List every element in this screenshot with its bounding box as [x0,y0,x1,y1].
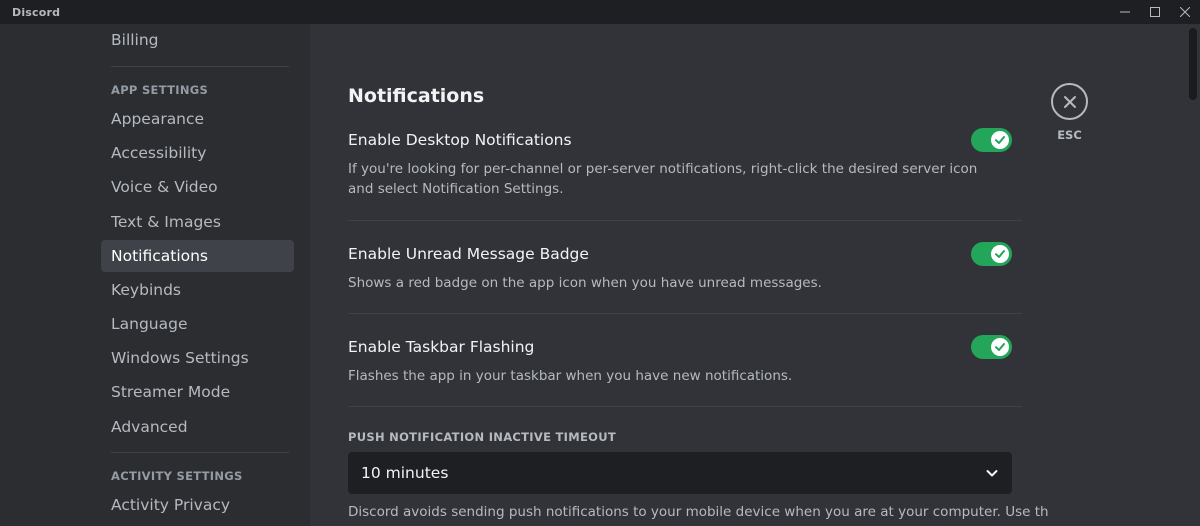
toggle-knob [991,245,1009,263]
sidebar-item-notifications[interactable]: Notifications [101,240,294,272]
sidebar-item-activity-privacy[interactable]: Activity Privacy [101,489,294,521]
minimize-button[interactable] [1110,0,1140,24]
check-icon [995,250,1005,258]
sidebar-item-windows-settings[interactable]: Windows Settings [101,342,294,374]
taskbar-flashing-title: Enable Taskbar Flashing [348,338,535,356]
page-title: Notifications [348,85,485,107]
esc-label: ESC [1057,128,1082,142]
activity-settings-header: ACTIVITY SETTINGS [111,469,243,483]
settings-content: Notifications Enable Desktop Notificatio… [310,24,1186,526]
unread-badge-toggle[interactable] [971,242,1012,266]
app-settings-header: APP SETTINGS [111,83,209,97]
scrollbar-track[interactable] [1186,24,1200,526]
unread-badge-description: Shows a red badge on the app icon when y… [348,275,822,291]
close-icon [1063,95,1076,108]
setting-divider [348,220,1022,221]
push-timeout-value: 10 minutes [361,464,449,482]
sidebar-item-keybinds[interactable]: Keybinds [101,274,294,306]
check-icon [995,136,1005,144]
push-timeout-label: PUSH NOTIFICATION INACTIVE TIMEOUT [348,430,617,444]
desktop-notifications-title: Enable Desktop Notifications [348,131,572,149]
scrollbar-thumb[interactable] [1189,28,1197,100]
setting-divider [348,406,1022,407]
taskbar-flashing-toggle[interactable] [971,335,1012,359]
setting-divider [348,313,1022,314]
sidebar-item-advanced[interactable]: Advanced [101,411,294,443]
sidebar-item-accessibility[interactable]: Accessibility [101,137,294,169]
sidebar-item-billing[interactable]: Billing [101,24,294,56]
chevron-down-icon [986,470,998,477]
sidebar-separator [111,66,289,67]
window-close-icon [1180,7,1190,17]
sidebar-item-language[interactable]: Language [101,308,294,340]
window-controls [1110,0,1200,24]
maximize-button[interactable] [1140,0,1170,24]
desktop-notifications-toggle[interactable] [971,128,1012,152]
minimize-icon [1120,11,1130,13]
unread-badge-title: Enable Unread Message Badge [348,245,589,263]
settings-sidebar: Billing APP SETTINGS Appearance Accessib… [0,24,310,526]
sidebar-separator [111,452,289,453]
window-close-button[interactable] [1170,0,1200,24]
taskbar-flashing-description: Flashes the app in your taskbar when you… [348,368,793,384]
sidebar-item-streamer-mode[interactable]: Streamer Mode [101,376,294,408]
toggle-knob [991,131,1009,149]
sidebar-item-text-images[interactable]: Text & Images [101,206,294,238]
maximize-icon [1150,7,1160,17]
app-title: Discord [12,5,61,19]
sidebar-item-appearance[interactable]: Appearance [101,103,294,135]
sidebar-item-voice-video[interactable]: Voice & Video [101,171,294,203]
close-settings-button[interactable] [1051,83,1088,120]
push-timeout-select[interactable]: 10 minutes [348,452,1012,494]
title-bar: Discord [0,0,1200,24]
desktop-notifications-description: If you're looking for per-channel or per… [348,161,978,197]
push-timeout-description: Discord avoids sending push notification… [348,504,1048,520]
check-icon [995,343,1005,351]
toggle-knob [991,338,1009,356]
